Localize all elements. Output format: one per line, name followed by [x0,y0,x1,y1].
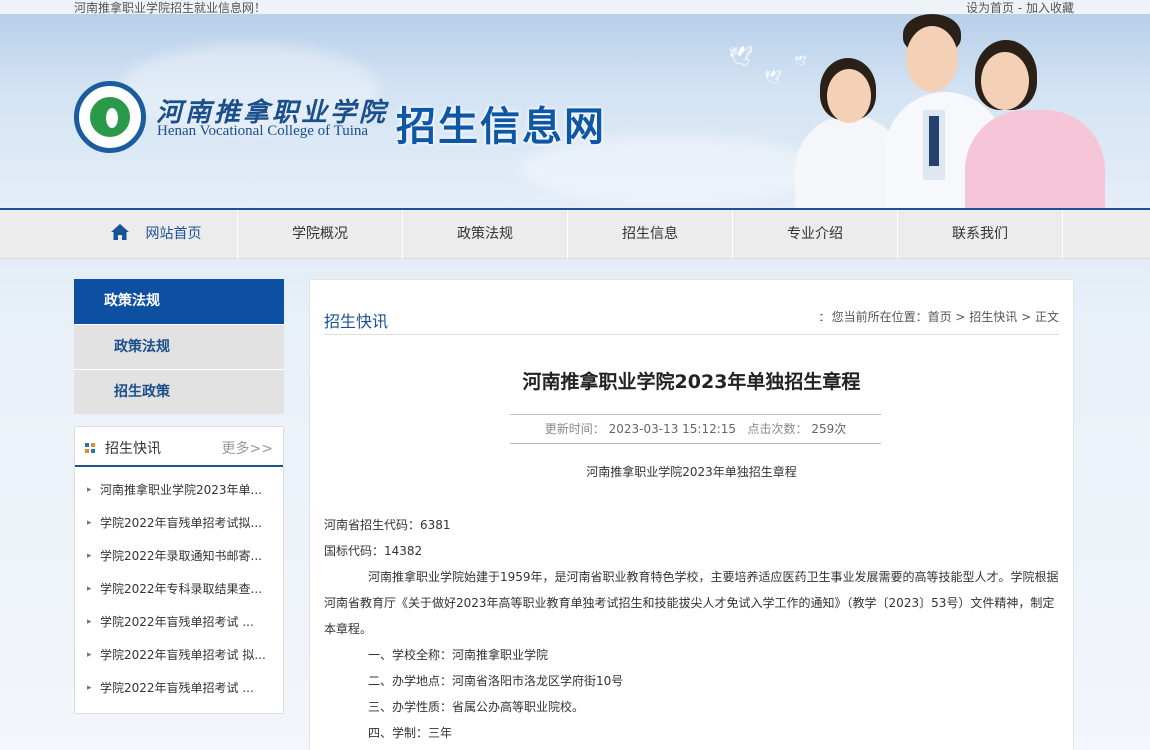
news-panel-title: 招生快讯 [105,441,161,457]
nav-label: 联系我们 [952,226,1008,242]
header-banner: 河南推拿职业学院 Henan Vocational College of Tui… [0,14,1150,210]
bullet-icon: ▸ [87,584,92,594]
nav-item-home[interactable]: 网站首页 [74,210,238,259]
sidebar-item-admission-policy[interactable]: 招生政策 [74,369,284,414]
bullet-icon: ▸ [87,485,92,495]
paragraph: 三、办学性质：省属公办高等职业院校。 [368,700,585,714]
news-item-text: 学院2022年专科录取结果查... [100,582,262,596]
paragraph: 河南推拿职业学院始建于1959年，是河南省职业教育特色学校，主要培养适应医药卫生… [324,570,1059,636]
bullet-icon: ▸ [87,617,92,627]
home-icon [110,224,129,240]
breadcrumb-home-link[interactable]: 首页 [928,310,952,324]
article-subtitle: 河南推拿职业学院2023年单独招生章程 [586,465,797,479]
news-panel-header: 招生快讯 更多>> [75,427,283,467]
school-name-en: Henan Vocational College of Tuina [157,123,369,139]
article-body: 河南省招生代码：6381 国标代码：14382 河南推拿职业学院始建于1959年… [324,512,1059,746]
breadcrumb-separator: > [1017,310,1035,324]
article-panel: 招生快讯 ⁚⁚ 您当前所在位置：首页 > 招生快讯 > 正文 河南推拿职业学院20… [309,279,1074,750]
news-item-text: 河南推拿职业学院2023年单... [100,483,262,497]
news-item[interactable]: ▸ 学院2022年录取通知书邮寄... [75,540,283,573]
bullet-icon: ▸ [87,518,92,528]
update-time-value: 2023-03-13 15:12:15 [608,422,737,436]
breadcrumb-prefix: 您当前所在位置： [831,310,928,324]
news-item[interactable]: ▸ 学院2022年盲残单招考试 拟... [75,639,283,672]
section-title: 招生快讯 [324,312,389,331]
news-item[interactable]: ▸ 河南推拿职业学院2023年单... [75,474,283,507]
news-item-text: 学院2022年盲残单招考试 拟... [100,648,266,662]
dove-icon: 🕊 [728,44,754,68]
paragraph: 二、办学地点：河南省洛阳市洛龙区学府街10号 [368,674,624,688]
news-panel: 招生快讯 更多>> ▸ 河南推拿职业学院2023年单... ▸ 学院2022年盲残单… [74,426,284,714]
click-count-value: 259次 [811,422,847,436]
location-icon: ⁚⁚ [819,313,824,324]
school-logo-emblem[interactable] [74,81,146,153]
paragraph: 河南省招生代码：6381 [324,518,451,532]
nav-label: 政策法规 [457,226,513,242]
news-item[interactable]: ▸ 学院2022年专科录取结果查... [75,573,283,606]
nav-item-contact[interactable]: 联系我们 [898,210,1063,259]
breadcrumb: ⁚⁚ 您当前所在位置：首页 > 招生快讯 > 正文 [819,308,1059,325]
bullet-icon: ▸ [87,683,92,693]
add-favorite-link[interactable]: 加入收藏 [1026,1,1074,15]
news-item-text: 学院2022年盲残单招考试 ... [100,615,254,629]
nav-item-about[interactable]: 学院概况 [238,210,403,259]
nav-label: 专业介绍 [787,226,843,242]
sidebar-item-policy[interactable]: 政策法规 [74,324,284,369]
nav-item-admissions[interactable]: 招生信息 [568,210,733,259]
nav-item-majors[interactable]: 专业介绍 [733,210,898,259]
news-item-text: 学院2022年录取通知书邮寄... [100,549,262,563]
medical-staff-illustration [775,14,1105,210]
top-links-separator: - [1014,1,1026,15]
news-item-text: 学院2022年盲残单招考试 ... [100,681,254,695]
breadcrumb-category-link[interactable]: 招生快讯 [969,310,1017,324]
news-item[interactable]: ▸ 学院2022年盲残单招考试 ... [75,606,283,639]
paragraph: 一、学校全称：河南推拿职业学院 [368,648,549,662]
update-time-label: 更新时间： [544,422,605,436]
news-more-link[interactable]: 更多>> [222,438,273,458]
site-title: 招生信息网 [396,103,606,150]
top-bar: 河南推拿职业学院招生就业信息网！ 设为首页 - 加入收藏 [0,0,1150,15]
sidebar: 政策法规 政策法规 招生政策 [74,279,284,414]
news-item-text: 学院2022年盲残单招考试拟... [100,516,262,530]
nav-item-policy[interactable]: 政策法规 [403,210,568,259]
breadcrumb-bar: 招生快讯 ⁚⁚ 您当前所在位置：首页 > 招生快讯 > 正文 [324,302,1059,335]
news-item[interactable]: ▸ 学院2022年盲残单招考试 ... [75,672,283,705]
article-meta: 更新时间： 2023-03-13 15:12:15 点击次数： 259次 [510,414,881,444]
sidebar-title: 政策法规 [74,279,284,324]
article-title: 河南推拿职业学院2023年单独招生章程 [522,371,861,393]
breadcrumb-separator: > [951,310,970,324]
bullet-icon: ▸ [87,551,92,561]
main-nav: 网站首页 学院概况 政策法规 招生信息 专业介绍 联系我们 [0,208,1150,259]
paragraph: 四、学制：三年 [368,726,453,740]
set-home-link[interactable]: 设为首页 [966,1,1014,15]
grid-icon [85,443,95,453]
nav-label: 网站首页 [145,226,202,242]
news-list: ▸ 河南推拿职业学院2023年单... ▸ 学院2022年盲残单招考试拟... ▸ 学… [75,467,283,705]
news-item[interactable]: ▸ 学院2022年盲残单招考试拟... [75,507,283,540]
nav-label: 学院概况 [292,226,348,242]
click-count-label: 点击次数： [747,422,808,436]
breadcrumb-current: 正文 [1034,310,1059,324]
paragraph: 国标代码：14382 [324,544,423,558]
bullet-icon: ▸ [87,650,92,660]
nav-label: 招生信息 [622,226,678,242]
